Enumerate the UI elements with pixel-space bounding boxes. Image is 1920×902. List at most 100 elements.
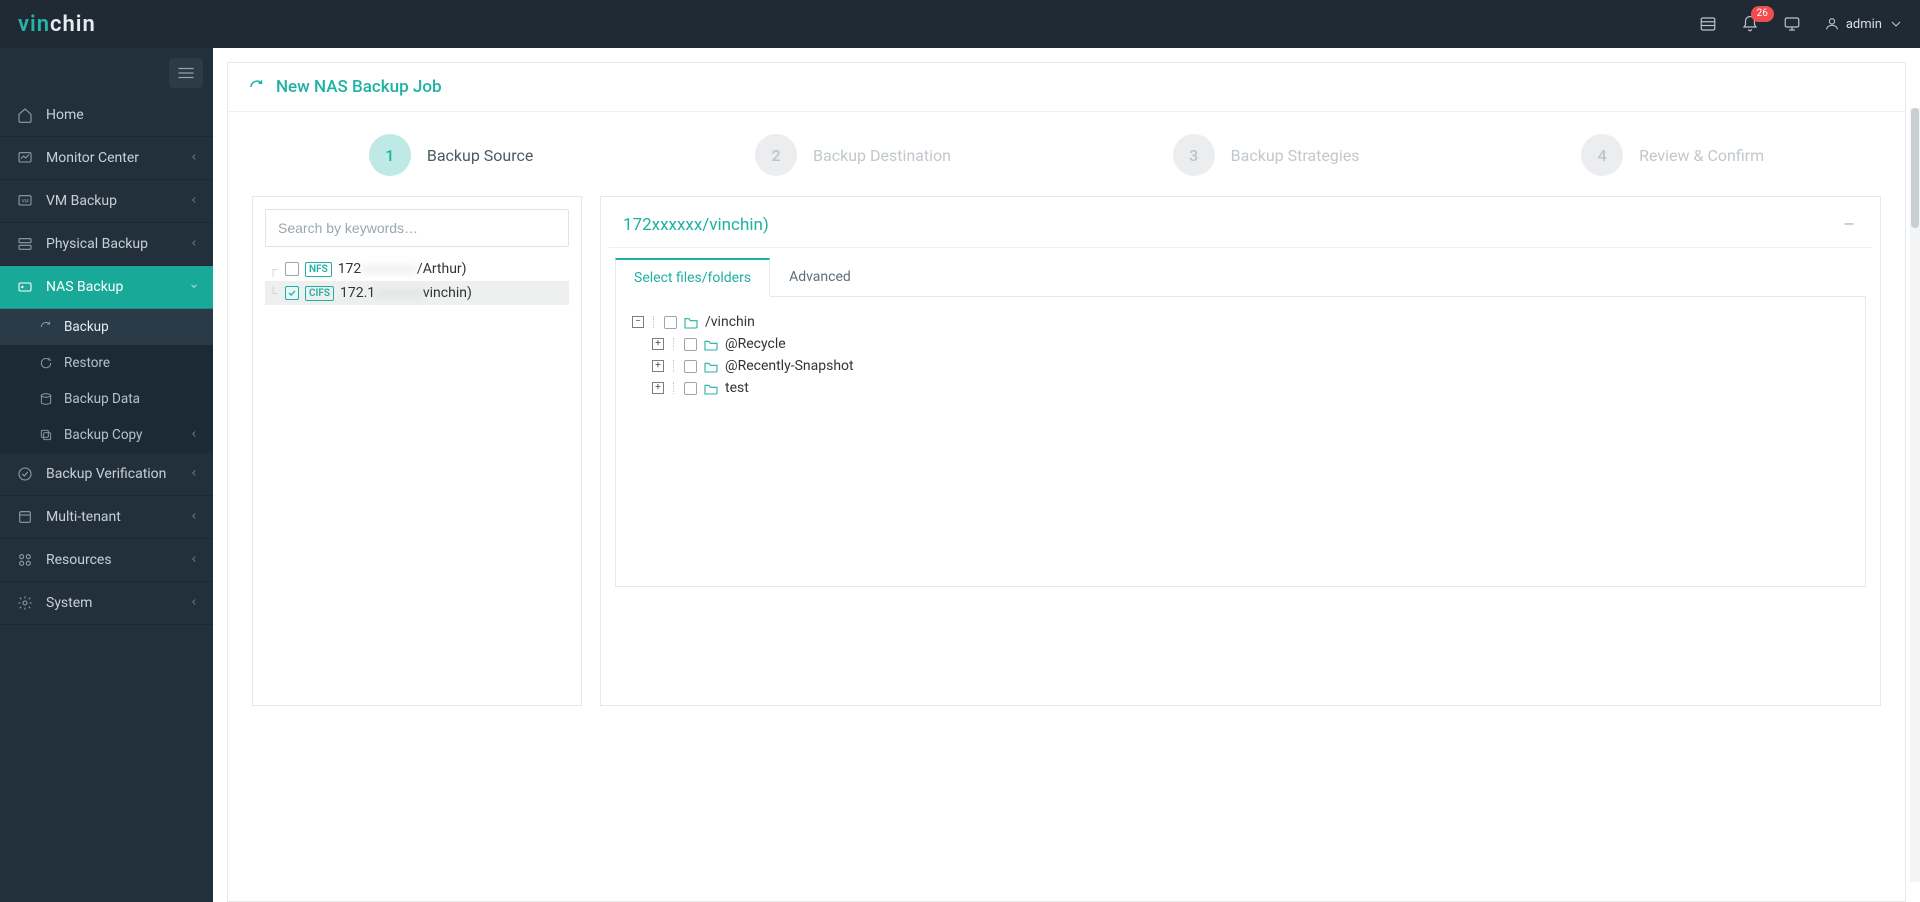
sidebar-collapse-button[interactable] (169, 58, 203, 88)
file-label: test (725, 380, 749, 396)
brand-logo: vinchin (18, 12, 96, 37)
jobs-icon[interactable] (1698, 14, 1718, 34)
tree-connector (650, 316, 658, 328)
file-panel-title: 172xxxxxx/vinchin) (623, 215, 769, 235)
folder-open-icon (683, 315, 699, 329)
page-title: New NAS Backup Job (276, 77, 442, 97)
redacted: xxxxxxx (361, 261, 417, 277)
chevron-down-icon (1888, 16, 1904, 32)
file-panel-tabs: Select files/folders Advanced (615, 258, 1866, 297)
wizard-step-label: Backup Destination (813, 146, 951, 165)
file-label: @Recycle (725, 336, 786, 352)
wizard-step-num: 4 (1581, 134, 1623, 176)
wizard-step-num: 1 (369, 134, 411, 176)
share-label: 172.1xxxxxxvinchin) (340, 285, 472, 301)
sidebar-item-physical-backup[interactable]: Physical Backup (0, 223, 213, 266)
sub-item-label: Backup Data (64, 391, 140, 407)
vertical-scrollbar[interactable] (1910, 108, 1920, 882)
file-label: @Recently-Snapshot (725, 358, 854, 374)
sidebar-item-label: Monitor Center (46, 150, 139, 166)
file-node-root[interactable]: − /vinchin (632, 311, 1849, 333)
sidebar-item-label: System (46, 595, 92, 611)
share-proto-tag: CIFS (305, 286, 334, 301)
chevron-left-icon (189, 509, 199, 525)
sub-item-label: Backup Copy (64, 427, 142, 443)
sidebar-item-multi-tenant[interactable]: Multi-tenant (0, 496, 213, 539)
sidebar-item-resources[interactable]: Resources (0, 539, 213, 582)
sidebar-item-backup-verification[interactable]: Backup Verification (0, 453, 213, 496)
file-checkbox[interactable] (684, 338, 697, 351)
sidebar-item-vm-backup[interactable]: VM VM Backup (0, 180, 213, 223)
wizard-step-label: Backup Source (427, 146, 534, 165)
file-label: /vinchin (705, 314, 755, 330)
sub-item-label: Backup (64, 319, 109, 335)
panel-collapse-button[interactable]: — (1840, 217, 1858, 233)
sidebar-item-monitor-center[interactable]: Monitor Center (0, 137, 213, 180)
expand-toggle[interactable]: + (652, 382, 664, 394)
wizard-step-label: Review & Confirm (1639, 146, 1764, 165)
sub-item-backup-data[interactable]: Backup Data (0, 381, 213, 417)
share-row-cifs[interactable]: └ CIFS 172.1xxxxxxvinchin) (265, 281, 569, 305)
chevron-left-icon (189, 427, 199, 443)
file-tree: − /vinchin + @Re (615, 297, 1866, 587)
monitor-icon[interactable] (1782, 14, 1802, 34)
share-checkbox[interactable] (285, 262, 299, 276)
expand-toggle[interactable]: − (632, 316, 644, 328)
expand-toggle[interactable]: + (652, 360, 664, 372)
share-tree: ┌ NFS 172xxxxxxx/Arthur) └ (265, 257, 569, 305)
share-row-nfs[interactable]: ┌ NFS 172xxxxxxx/Arthur) (265, 257, 569, 281)
source-panel: ┌ NFS 172xxxxxxx/Arthur) └ (252, 196, 582, 706)
file-node[interactable]: + @Recently-Snapshot (652, 355, 1849, 377)
share-checkbox[interactable] (285, 286, 299, 300)
sidebar-item-system[interactable]: System (0, 582, 213, 625)
vm-icon: VM (16, 192, 34, 210)
search-input[interactable] (265, 209, 569, 247)
sidebar-item-label: Physical Backup (46, 236, 148, 252)
sub-item-restore[interactable]: Restore (0, 345, 213, 381)
nas-backup-submenu: Backup Restore Backup Data Backup Copy (0, 309, 213, 453)
sidebar-item-label: VM Backup (46, 193, 117, 209)
tab-select-files[interactable]: Select files/folders (615, 258, 770, 297)
wizard-step-num: 3 (1173, 134, 1215, 176)
copy-icon (38, 427, 54, 443)
file-panel-header: 172xxxxxx/vinchin) — (609, 205, 1872, 248)
expand-toggle[interactable]: + (652, 338, 664, 350)
chevron-left-icon (189, 193, 199, 209)
nas-icon (16, 278, 34, 296)
file-checkbox[interactable] (684, 382, 697, 395)
wizard-step-4[interactable]: 4 Review & Confirm (1581, 134, 1764, 176)
wizard-step-1[interactable]: 1 Backup Source (369, 134, 534, 176)
file-node[interactable]: + test (652, 377, 1849, 399)
tab-advanced[interactable]: Advanced (770, 258, 870, 297)
redacted: xxxxxx (375, 285, 423, 301)
notification-badge: 26 (1751, 6, 1774, 22)
sub-item-backup-copy[interactable]: Backup Copy (0, 417, 213, 453)
chevron-left-icon (189, 595, 199, 611)
sidebar-item-label: Multi-tenant (46, 509, 121, 525)
sidebar-item-home[interactable]: Home (0, 94, 213, 137)
file-checkbox[interactable] (664, 316, 677, 329)
chevron-down-icon (189, 279, 199, 295)
folder-icon (703, 381, 719, 395)
chevron-left-icon (189, 552, 199, 568)
wizard-step-num: 2 (755, 134, 797, 176)
wizard-step-3[interactable]: 3 Backup Strategies (1173, 134, 1360, 176)
page-panel: New NAS Backup Job 1 Backup Source 2 Bac… (227, 62, 1906, 902)
file-checkbox[interactable] (684, 360, 697, 373)
wizard-step-2[interactable]: 2 Backup Destination (755, 134, 951, 176)
page-title-row: New NAS Backup Job (228, 63, 1905, 112)
scrollbar-thumb[interactable] (1911, 108, 1919, 228)
redacted: xxxxxx (652, 215, 703, 235)
main-content: New NAS Backup Job 1 Backup Source 2 Bac… (213, 48, 1920, 902)
brand-chin: chin (50, 12, 96, 37)
bell-icon[interactable]: 26 (1740, 14, 1760, 34)
monitor-center-icon (16, 149, 34, 167)
topbar: vinchin 26 admin (0, 0, 1920, 48)
file-node[interactable]: + @Recycle (652, 333, 1849, 355)
tenant-icon (16, 508, 34, 526)
share-proto-tag: NFS (305, 262, 332, 277)
sub-item-backup[interactable]: Backup (0, 309, 213, 345)
user-menu[interactable]: admin (1824, 16, 1904, 32)
sidebar-item-nas-backup[interactable]: NAS Backup (0, 266, 213, 309)
tree-connector (670, 360, 678, 372)
